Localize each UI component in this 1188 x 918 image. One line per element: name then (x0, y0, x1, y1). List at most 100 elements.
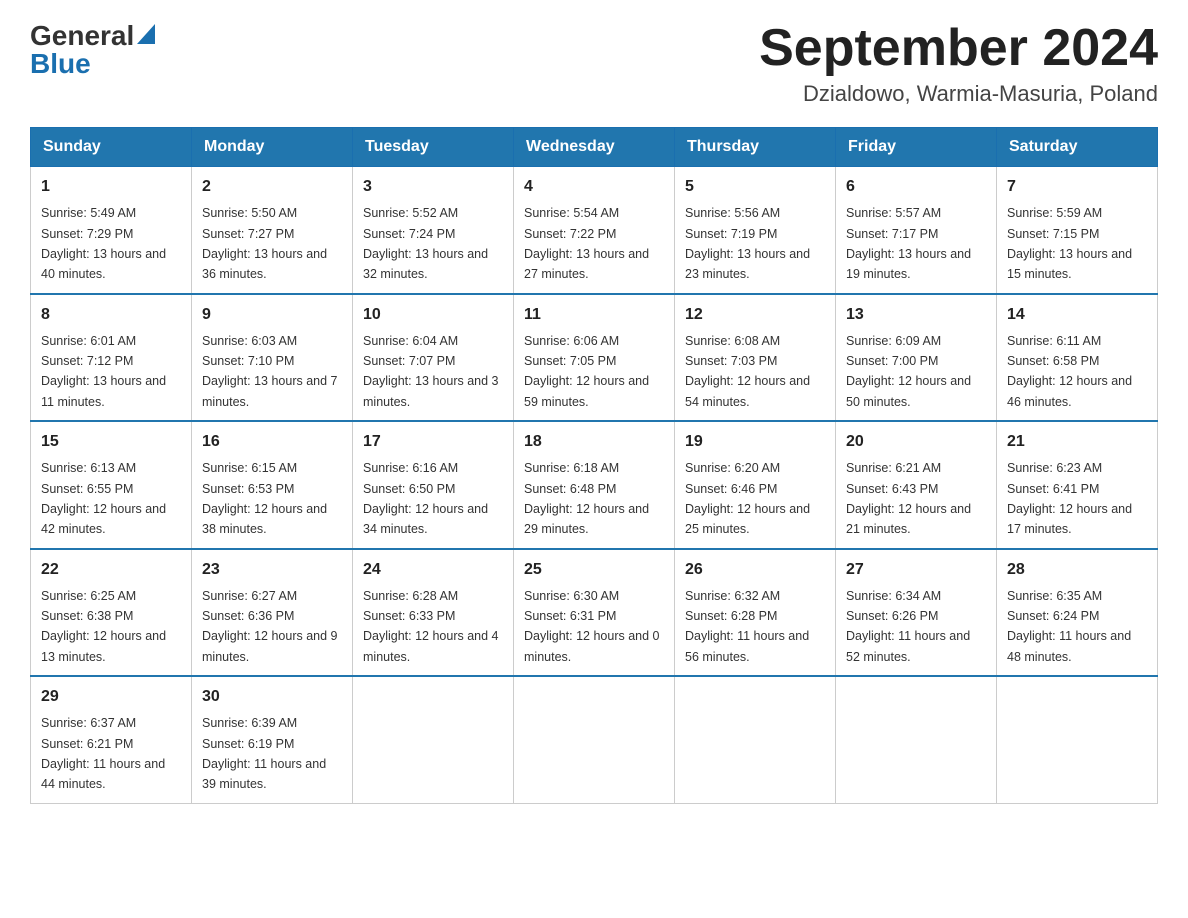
day-number: 10 (363, 303, 503, 327)
day-number: 18 (524, 430, 664, 454)
location-subtitle: Dzialdowo, Warmia-Masuria, Poland (759, 81, 1158, 107)
calendar-day-cell (353, 676, 514, 803)
header-monday: Monday (192, 128, 353, 167)
header-saturday: Saturday (997, 128, 1158, 167)
day-info: Sunrise: 6:32 AMSunset: 6:28 PMDaylight:… (685, 589, 809, 664)
day-number: 25 (524, 558, 664, 582)
day-number: 15 (41, 430, 181, 454)
day-info: Sunrise: 6:39 AMSunset: 6:19 PMDaylight:… (202, 716, 326, 791)
day-number: 20 (846, 430, 986, 454)
calendar-day-cell: 13 Sunrise: 6:09 AMSunset: 7:00 PMDaylig… (836, 294, 997, 422)
day-info: Sunrise: 6:35 AMSunset: 6:24 PMDaylight:… (1007, 589, 1131, 664)
day-number: 1 (41, 175, 181, 199)
calendar-day-cell: 1 Sunrise: 5:49 AMSunset: 7:29 PMDayligh… (31, 167, 192, 294)
day-number: 14 (1007, 303, 1147, 327)
calendar-week-row: 22 Sunrise: 6:25 AMSunset: 6:38 PMDaylig… (31, 549, 1158, 677)
day-number: 7 (1007, 175, 1147, 199)
calendar-day-cell: 22 Sunrise: 6:25 AMSunset: 6:38 PMDaylig… (31, 549, 192, 677)
day-info: Sunrise: 6:34 AMSunset: 6:26 PMDaylight:… (846, 589, 970, 664)
day-info: Sunrise: 6:15 AMSunset: 6:53 PMDaylight:… (202, 461, 327, 536)
calendar-day-cell: 30 Sunrise: 6:39 AMSunset: 6:19 PMDaylig… (192, 676, 353, 803)
header-friday: Friday (836, 128, 997, 167)
calendar-day-cell: 11 Sunrise: 6:06 AMSunset: 7:05 PMDaylig… (514, 294, 675, 422)
day-number: 21 (1007, 430, 1147, 454)
day-info: Sunrise: 5:56 AMSunset: 7:19 PMDaylight:… (685, 206, 810, 281)
calendar-day-cell: 4 Sunrise: 5:54 AMSunset: 7:22 PMDayligh… (514, 167, 675, 294)
day-info: Sunrise: 6:08 AMSunset: 7:03 PMDaylight:… (685, 334, 810, 409)
day-info: Sunrise: 6:04 AMSunset: 7:07 PMDaylight:… (363, 334, 499, 409)
calendar-day-cell: 9 Sunrise: 6:03 AMSunset: 7:10 PMDayligh… (192, 294, 353, 422)
calendar-day-cell: 2 Sunrise: 5:50 AMSunset: 7:27 PMDayligh… (192, 167, 353, 294)
day-number: 2 (202, 175, 342, 199)
month-year-title: September 2024 (759, 20, 1158, 77)
calendar-day-cell: 17 Sunrise: 6:16 AMSunset: 6:50 PMDaylig… (353, 421, 514, 549)
day-number: 19 (685, 430, 825, 454)
day-number: 23 (202, 558, 342, 582)
day-number: 30 (202, 685, 342, 709)
calendar-day-cell: 28 Sunrise: 6:35 AMSunset: 6:24 PMDaylig… (997, 549, 1158, 677)
calendar-day-cell: 20 Sunrise: 6:21 AMSunset: 6:43 PMDaylig… (836, 421, 997, 549)
calendar-header-row: SundayMondayTuesdayWednesdayThursdayFrid… (31, 128, 1158, 167)
day-info: Sunrise: 5:50 AMSunset: 7:27 PMDaylight:… (202, 206, 327, 281)
calendar-day-cell (997, 676, 1158, 803)
day-info: Sunrise: 6:27 AMSunset: 6:36 PMDaylight:… (202, 589, 338, 664)
day-number: 9 (202, 303, 342, 327)
day-info: Sunrise: 6:06 AMSunset: 7:05 PMDaylight:… (524, 334, 649, 409)
day-info: Sunrise: 6:28 AMSunset: 6:33 PMDaylight:… (363, 589, 499, 664)
day-number: 29 (41, 685, 181, 709)
day-info: Sunrise: 6:13 AMSunset: 6:55 PMDaylight:… (41, 461, 166, 536)
day-number: 13 (846, 303, 986, 327)
calendar-day-cell: 21 Sunrise: 6:23 AMSunset: 6:41 PMDaylig… (997, 421, 1158, 549)
day-info: Sunrise: 6:01 AMSunset: 7:12 PMDaylight:… (41, 334, 166, 409)
day-info: Sunrise: 6:21 AMSunset: 6:43 PMDaylight:… (846, 461, 971, 536)
day-info: Sunrise: 6:37 AMSunset: 6:21 PMDaylight:… (41, 716, 165, 791)
day-number: 3 (363, 175, 503, 199)
calendar-week-row: 15 Sunrise: 6:13 AMSunset: 6:55 PMDaylig… (31, 421, 1158, 549)
day-info: Sunrise: 6:09 AMSunset: 7:00 PMDaylight:… (846, 334, 971, 409)
calendar-week-row: 29 Sunrise: 6:37 AMSunset: 6:21 PMDaylig… (31, 676, 1158, 803)
header-wednesday: Wednesday (514, 128, 675, 167)
calendar-day-cell: 8 Sunrise: 6:01 AMSunset: 7:12 PMDayligh… (31, 294, 192, 422)
day-number: 28 (1007, 558, 1147, 582)
logo: General Blue (30, 20, 155, 78)
day-info: Sunrise: 5:52 AMSunset: 7:24 PMDaylight:… (363, 206, 488, 281)
calendar-day-cell: 14 Sunrise: 6:11 AMSunset: 6:58 PMDaylig… (997, 294, 1158, 422)
day-info: Sunrise: 6:03 AMSunset: 7:10 PMDaylight:… (202, 334, 338, 409)
calendar-day-cell: 15 Sunrise: 6:13 AMSunset: 6:55 PMDaylig… (31, 421, 192, 549)
day-number: 17 (363, 430, 503, 454)
calendar-day-cell: 25 Sunrise: 6:30 AMSunset: 6:31 PMDaylig… (514, 549, 675, 677)
calendar-day-cell: 6 Sunrise: 5:57 AMSunset: 7:17 PMDayligh… (836, 167, 997, 294)
day-info: Sunrise: 5:59 AMSunset: 7:15 PMDaylight:… (1007, 206, 1132, 281)
calendar-day-cell: 27 Sunrise: 6:34 AMSunset: 6:26 PMDaylig… (836, 549, 997, 677)
day-info: Sunrise: 5:49 AMSunset: 7:29 PMDaylight:… (41, 206, 166, 281)
logo-triangle-icon (137, 24, 155, 44)
calendar-table: SundayMondayTuesdayWednesdayThursdayFrid… (30, 127, 1158, 804)
calendar-day-cell: 3 Sunrise: 5:52 AMSunset: 7:24 PMDayligh… (353, 167, 514, 294)
day-number: 4 (524, 175, 664, 199)
calendar-week-row: 8 Sunrise: 6:01 AMSunset: 7:12 PMDayligh… (31, 294, 1158, 422)
header-tuesday: Tuesday (353, 128, 514, 167)
calendar-day-cell: 12 Sunrise: 6:08 AMSunset: 7:03 PMDaylig… (675, 294, 836, 422)
logo-blue: Blue (30, 50, 91, 78)
day-number: 24 (363, 558, 503, 582)
calendar-week-row: 1 Sunrise: 5:49 AMSunset: 7:29 PMDayligh… (31, 167, 1158, 294)
day-info: Sunrise: 5:54 AMSunset: 7:22 PMDaylight:… (524, 206, 649, 281)
calendar-day-cell: 26 Sunrise: 6:32 AMSunset: 6:28 PMDaylig… (675, 549, 836, 677)
calendar-day-cell: 5 Sunrise: 5:56 AMSunset: 7:19 PMDayligh… (675, 167, 836, 294)
calendar-day-cell (836, 676, 997, 803)
calendar-day-cell: 29 Sunrise: 6:37 AMSunset: 6:21 PMDaylig… (31, 676, 192, 803)
calendar-day-cell: 18 Sunrise: 6:18 AMSunset: 6:48 PMDaylig… (514, 421, 675, 549)
day-info: Sunrise: 6:18 AMSunset: 6:48 PMDaylight:… (524, 461, 649, 536)
day-number: 11 (524, 303, 664, 327)
calendar-day-cell: 23 Sunrise: 6:27 AMSunset: 6:36 PMDaylig… (192, 549, 353, 677)
header-sunday: Sunday (31, 128, 192, 167)
day-number: 8 (41, 303, 181, 327)
calendar-title-area: September 2024 Dzialdowo, Warmia-Masuria… (759, 20, 1158, 107)
day-info: Sunrise: 5:57 AMSunset: 7:17 PMDaylight:… (846, 206, 971, 281)
calendar-day-cell: 16 Sunrise: 6:15 AMSunset: 6:53 PMDaylig… (192, 421, 353, 549)
calendar-day-cell: 19 Sunrise: 6:20 AMSunset: 6:46 PMDaylig… (675, 421, 836, 549)
header-thursday: Thursday (675, 128, 836, 167)
day-info: Sunrise: 6:11 AMSunset: 6:58 PMDaylight:… (1007, 334, 1132, 409)
day-number: 16 (202, 430, 342, 454)
day-info: Sunrise: 6:25 AMSunset: 6:38 PMDaylight:… (41, 589, 166, 664)
